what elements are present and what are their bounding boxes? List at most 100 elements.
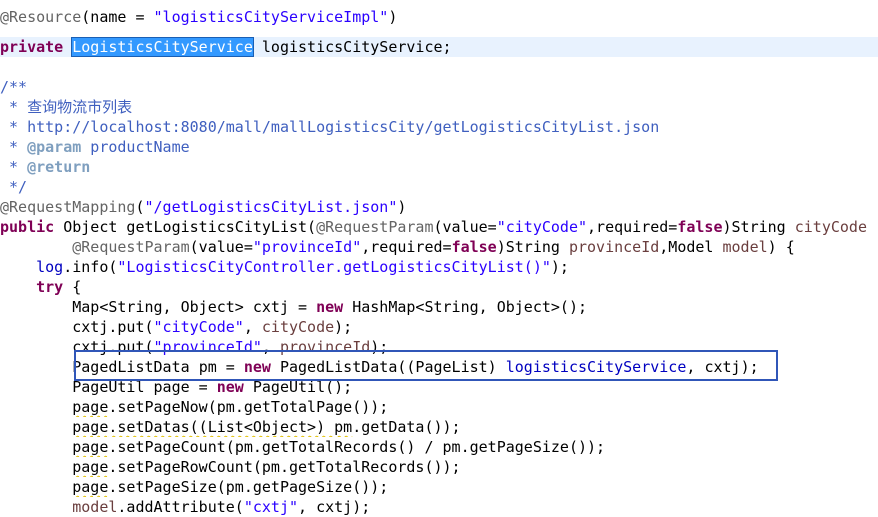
parameter: provinceId <box>279 338 371 356</box>
code-text: .setPageNow( <box>108 398 217 416</box>
code-text: PagedListData((PageList) <box>270 358 506 376</box>
code-text: PagedListData <box>72 358 199 376</box>
local-variable: cxtj <box>252 298 289 316</box>
selected-text[interactable]: LogisticsCityService <box>71 37 254 57</box>
code-line-15[interactable]: Map<String, Object> cxtj = new HashMap<S… <box>0 297 878 317</box>
code-line-18[interactable]: PagedListData pm = new PagedListData((Pa… <box>0 357 878 377</box>
code-line-8[interactable]: * @return <box>0 157 878 177</box>
comment-text: productName <box>81 138 190 156</box>
code-line-20[interactable]: page.setPageNow(pm.getTotalPage()); <box>0 397 878 417</box>
local-variable: cxtj <box>704 358 741 376</box>
code-line-4[interactable]: /** <box>0 77 878 97</box>
code-text: .put( <box>108 318 154 336</box>
code-text: ) { <box>767 238 795 256</box>
code-line-22[interactable]: page.setPageCount(pm.getTotalRecords() /… <box>0 437 878 457</box>
parameter: cityCode <box>794 218 867 236</box>
code-line-9[interactable]: */ <box>0 177 878 197</box>
string-literal: "cityCode" <box>153 318 244 336</box>
code-line-24[interactable]: page.setPageSize(pm.getPageSize()); <box>0 477 878 497</box>
keyword: new <box>316 298 344 316</box>
string-literal: "/getLogisticsCityList.json" <box>144 198 398 216</box>
code-text: )String <box>722 218 795 236</box>
keyword: try <box>36 278 64 296</box>
code-text: .setPageCount( <box>108 438 235 456</box>
parameter: cityCode <box>261 318 335 336</box>
code-text: .addAttribute( <box>117 498 244 516</box>
comment-text: * <box>0 158 28 176</box>
code-line-7[interactable]: * @param productName <box>0 137 878 157</box>
code-text: HashMap<String, Object>(); <box>343 298 588 316</box>
code-line-16[interactable]: cxtj.put("cityCode", cityCode); <box>0 317 878 337</box>
comment-text-chinese: 查询物流市列表 <box>27 98 133 116</box>
code-line-14[interactable]: try { <box>0 277 878 297</box>
code-line-11[interactable]: public Object getLogisticsCityList(@Requ… <box>0 217 878 237</box>
code-text: .setPageSize( <box>108 478 226 496</box>
local-variable: cxtj <box>316 498 353 516</box>
parameter: model <box>72 498 118 516</box>
annotation: @RequestParam <box>72 238 190 256</box>
code-text: Map<String, Object> <box>72 298 253 316</box>
code-text: = <box>189 378 217 396</box>
code-line-17[interactable]: cxtj.put("provinceId", provinceId); <box>0 337 878 357</box>
keyword: new <box>243 358 271 376</box>
code-text: (value= <box>189 238 253 256</box>
comment-text: * <box>0 98 28 116</box>
code-text: ,required= <box>361 238 452 256</box>
code-editor[interactable]: @Resource(name = "logisticsCityServiceIm… <box>0 0 878 517</box>
code-line-2-current[interactable]: private LogisticsCityService logisticsCi… <box>0 37 878 57</box>
code-line-12[interactable]: @RequestParam(value="provinceId",require… <box>0 237 878 257</box>
code-text: PageUtil(); <box>243 378 353 396</box>
keyword: private <box>0 38 64 56</box>
comment-text: * <box>0 138 28 156</box>
code-text: .getTotalRecords() / <box>252 438 443 456</box>
code-text: PageUtil <box>72 378 154 396</box>
field: log <box>36 258 64 276</box>
comment-url: * http://localhost:8080/mall/mallLogisti… <box>0 118 660 136</box>
code-line-19[interactable]: PageUtil page = new PageUtil(); <box>0 377 878 397</box>
javadoc-tag: @param <box>27 138 82 156</box>
code-line-23[interactable]: page.setPageRowCount(pm.getTotalRecords(… <box>0 457 878 477</box>
string-literal: "cxtj" <box>243 498 299 516</box>
annotation: @Resource <box>0 8 82 26</box>
comment-text: /** <box>0 78 28 96</box>
code-text: = <box>216 358 244 376</box>
code-line-5[interactable]: * 查询物流市列表 <box>0 97 878 117</box>
annotation: @RequestMapping <box>0 198 136 216</box>
code-text: ); <box>740 358 759 376</box>
code-text: ,Model <box>659 238 723 256</box>
string-literal: "LogisticsCityController.getLogisticsCit… <box>117 258 551 276</box>
local-variable: pm <box>216 398 235 416</box>
local-variable: pm <box>225 478 244 496</box>
local-variable: pm <box>234 438 253 456</box>
keyword: public <box>0 218 55 236</box>
code-line-25[interactable]: model.addAttribute("cxtj", cxtj); <box>0 497 878 517</box>
local-variable: page <box>72 458 109 476</box>
code-line-21[interactable]: page.setDatas((List<Object>) pm.getData(… <box>0 417 878 437</box>
code-text: Object getLogisticsCityList( <box>54 218 317 236</box>
code-text: = <box>289 298 317 316</box>
local-variable: pm <box>334 418 353 436</box>
code-line-1[interactable]: @Resource(name = "logisticsCityServiceIm… <box>0 7 878 27</box>
code-text: .info( <box>63 258 118 276</box>
code-line-10[interactable]: @RequestMapping("/getLogisticsCityList.j… <box>0 197 878 217</box>
string-literal: "provinceId" <box>153 338 262 356</box>
code-line-13[interactable]: log.info("LogisticsCityController.getLog… <box>0 257 878 277</box>
parameter: model <box>722 238 768 256</box>
code-text: ) <box>397 198 407 216</box>
annotation: @RequestParam <box>316 218 434 236</box>
local-variable: cxtj <box>72 338 109 356</box>
code-line-6[interactable]: * http://localhost:8080/mall/mallLogisti… <box>0 117 878 137</box>
code-text: , <box>686 358 705 376</box>
code-text: .getTotalRecords()); <box>279 458 461 476</box>
comment-text: */ <box>0 178 28 196</box>
local-variable: page <box>72 478 109 496</box>
